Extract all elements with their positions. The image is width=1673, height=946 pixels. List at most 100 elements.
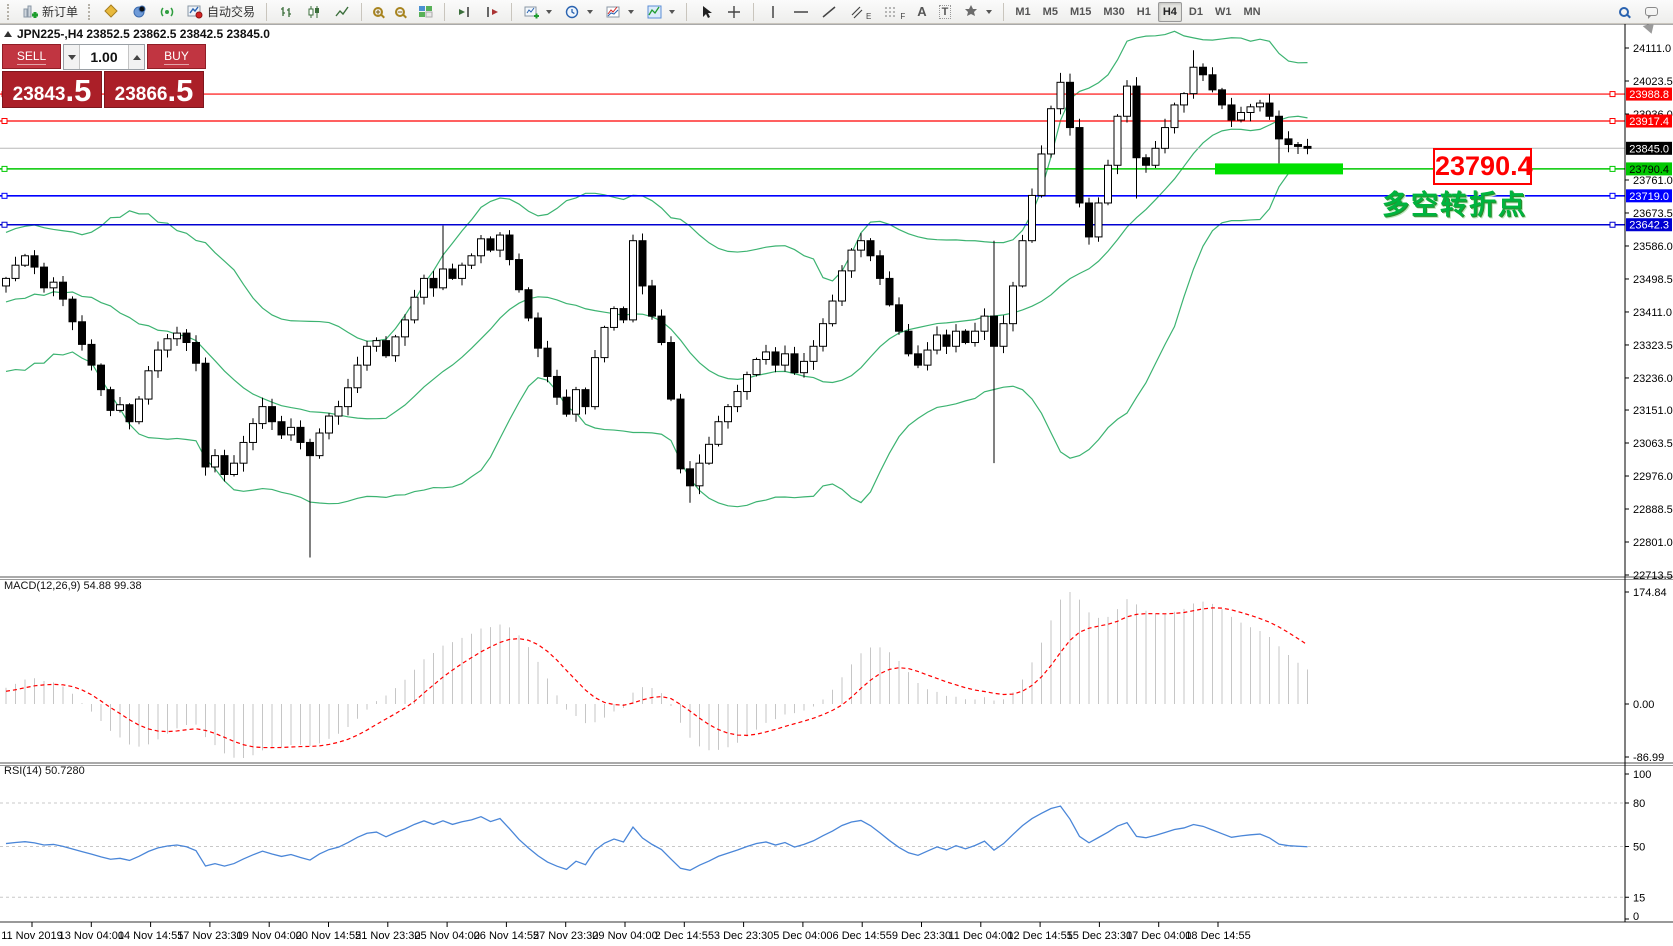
decrease-icon (68, 55, 76, 60)
increase-icon (133, 55, 141, 60)
turning-point-annotation[interactable]: 多空转折点 (1382, 183, 1527, 222)
svg-text:11 Dec 04:00: 11 Dec 04:00 (948, 930, 1013, 942)
arrows-icon (963, 4, 979, 20)
svg-text:23719.0: 23719.0 (1629, 191, 1669, 203)
svg-text:23323.5: 23323.5 (1633, 340, 1673, 352)
buy-price-button[interactable]: 23866.5 (104, 71, 204, 108)
timeframe-m5-button[interactable]: M5 (1038, 2, 1063, 22)
panel-collapse-icon[interactable] (4, 31, 12, 37)
community-icon (131, 4, 147, 20)
toolbar-separator (444, 3, 445, 21)
highlight-bar-object[interactable] (1215, 163, 1343, 174)
toolbar-grip[interactable] (88, 4, 93, 20)
cursor-tool-button[interactable] (693, 2, 719, 22)
new-order-button[interactable]: 新订单 (17, 2, 83, 22)
line-chart-button[interactable] (329, 2, 355, 22)
volume-decrease-button[interactable] (64, 45, 80, 69)
toolbar-separator (686, 3, 687, 21)
svg-text:23642.3: 23642.3 (1629, 220, 1669, 232)
mt4-window: 新订单 自动交易 (0, 0, 1673, 946)
svg-text:23411.0: 23411.0 (1633, 307, 1672, 319)
svg-text:23063.5: 23063.5 (1633, 438, 1673, 450)
sell-price-button[interactable]: 23843.5 (2, 71, 102, 108)
new-order-icon (22, 4, 38, 20)
candlestick-chart-button[interactable] (301, 2, 327, 22)
timeframe-m1-button[interactable]: M1 (1010, 2, 1035, 22)
label-tool-button[interactable]: T (934, 2, 957, 22)
period-button[interactable] (559, 2, 598, 22)
volume-value[interactable]: 1.00 (80, 45, 128, 69)
buy-button[interactable]: BUY (147, 44, 206, 69)
one-click-trade-panel: SELL 1.00 BUY 23843.5 23866.5 (2, 44, 206, 108)
candlestick-chart-icon (306, 4, 322, 20)
toolbar: 新订单 自动交易 (0, 0, 1673, 24)
svg-text:29 Nov 04:00: 29 Nov 04:00 (592, 930, 657, 942)
svg-text:23790.4: 23790.4 (1629, 164, 1669, 176)
chat-button[interactable] (1640, 2, 1663, 22)
zoom-in-button[interactable]: + (368, 2, 388, 22)
chart-canvas[interactable]: 24111.024023.523936.023761.023673.523586… (0, 0, 1673, 946)
autoscroll-button[interactable] (451, 2, 477, 22)
vertical-line-tool-button[interactable] (760, 2, 786, 22)
sell-price: 23843 (13, 85, 66, 104)
svg-text:0: 0 (1633, 911, 1639, 923)
market-button[interactable] (98, 2, 124, 22)
svg-text:25 Nov 04:00: 25 Nov 04:00 (414, 930, 479, 942)
chart-shift-button[interactable] (479, 2, 505, 22)
svg-text:27 Nov 23:30: 27 Nov 23:30 (533, 930, 598, 942)
price-annotation-box[interactable]: 23790.4 (1433, 148, 1532, 185)
templates-button[interactable] (641, 2, 680, 22)
channel-icon (849, 4, 865, 20)
chart-title: JPN225-,H4 23852.5 23862.5 23842.5 23845… (17, 27, 270, 41)
timeframe-w1-button[interactable]: W1 (1210, 2, 1237, 22)
svg-text:20 Nov 14:55: 20 Nov 14:55 (296, 930, 361, 942)
toolbar-grip[interactable] (7, 4, 12, 20)
toolbar-right-group (1614, 2, 1669, 22)
sell-price-frac: .5 (65, 78, 91, 104)
horizontal-line-tool-button[interactable] (788, 2, 814, 22)
timeframe-h1-button[interactable]: H1 (1132, 2, 1156, 22)
community-button[interactable] (126, 2, 152, 22)
sell-button[interactable]: SELL (2, 44, 61, 69)
svg-text:3 Dec 23:30: 3 Dec 23:30 (714, 930, 773, 942)
arrows-tool-button[interactable] (958, 2, 997, 22)
timeframe-h4-button[interactable]: H4 (1158, 2, 1182, 22)
zoom-out-button[interactable]: − (390, 2, 410, 22)
signals-button[interactable] (154, 2, 180, 22)
trendline-tool-button[interactable] (816, 2, 842, 22)
zoom-out-icon: − (395, 7, 405, 17)
autoscroll-icon (456, 4, 472, 20)
svg-text:22888.5: 22888.5 (1633, 504, 1673, 516)
svg-text:0.00: 0.00 (1633, 699, 1654, 711)
search-button[interactable] (1614, 2, 1634, 22)
timeframe-mn-button[interactable]: MN (1238, 2, 1265, 22)
svg-text:17 Dec 04:00: 17 Dec 04:00 (1126, 930, 1191, 942)
new-chart-button[interactable] (518, 2, 557, 22)
dropdown-caret-icon (628, 10, 634, 14)
svg-text:17 Nov 23:30: 17 Nov 23:30 (177, 930, 242, 942)
svg-text:11 Nov 2019: 11 Nov 2019 (1, 930, 63, 942)
channel-tool-button[interactable]: E (844, 2, 876, 22)
bar-chart-button[interactable] (273, 2, 299, 22)
toolbar-separator (753, 3, 754, 21)
indicators-button[interactable] (600, 2, 639, 22)
text-tool-button[interactable]: A (912, 2, 931, 22)
svg-text:22976.0: 22976.0 (1633, 471, 1673, 483)
rsi-label: RSI(14) 50.7280 (4, 765, 85, 777)
fibonacci-letter: F (900, 12, 905, 21)
volume-increase-button[interactable] (128, 45, 144, 69)
svg-text:24023.5: 24023.5 (1633, 76, 1673, 88)
svg-text:23586.0: 23586.0 (1633, 241, 1673, 253)
fibonacci-tool-button[interactable]: F (878, 2, 910, 22)
timeframe-m30-button[interactable]: M30 (1098, 2, 1129, 22)
timeframe-d1-button[interactable]: D1 (1184, 2, 1208, 22)
svg-text:23236.0: 23236.0 (1633, 373, 1673, 385)
tile-windows-button[interactable] (412, 2, 438, 22)
fibonacci-icon (883, 4, 899, 20)
trendline-icon (821, 4, 837, 20)
autotrading-button[interactable]: 自动交易 (182, 2, 260, 22)
svg-text:22713.5: 22713.5 (1633, 570, 1673, 582)
crosshair-tool-button[interactable] (721, 2, 747, 22)
svg-text:23917.4: 23917.4 (1629, 116, 1669, 128)
timeframe-m15-button[interactable]: M15 (1065, 2, 1096, 22)
